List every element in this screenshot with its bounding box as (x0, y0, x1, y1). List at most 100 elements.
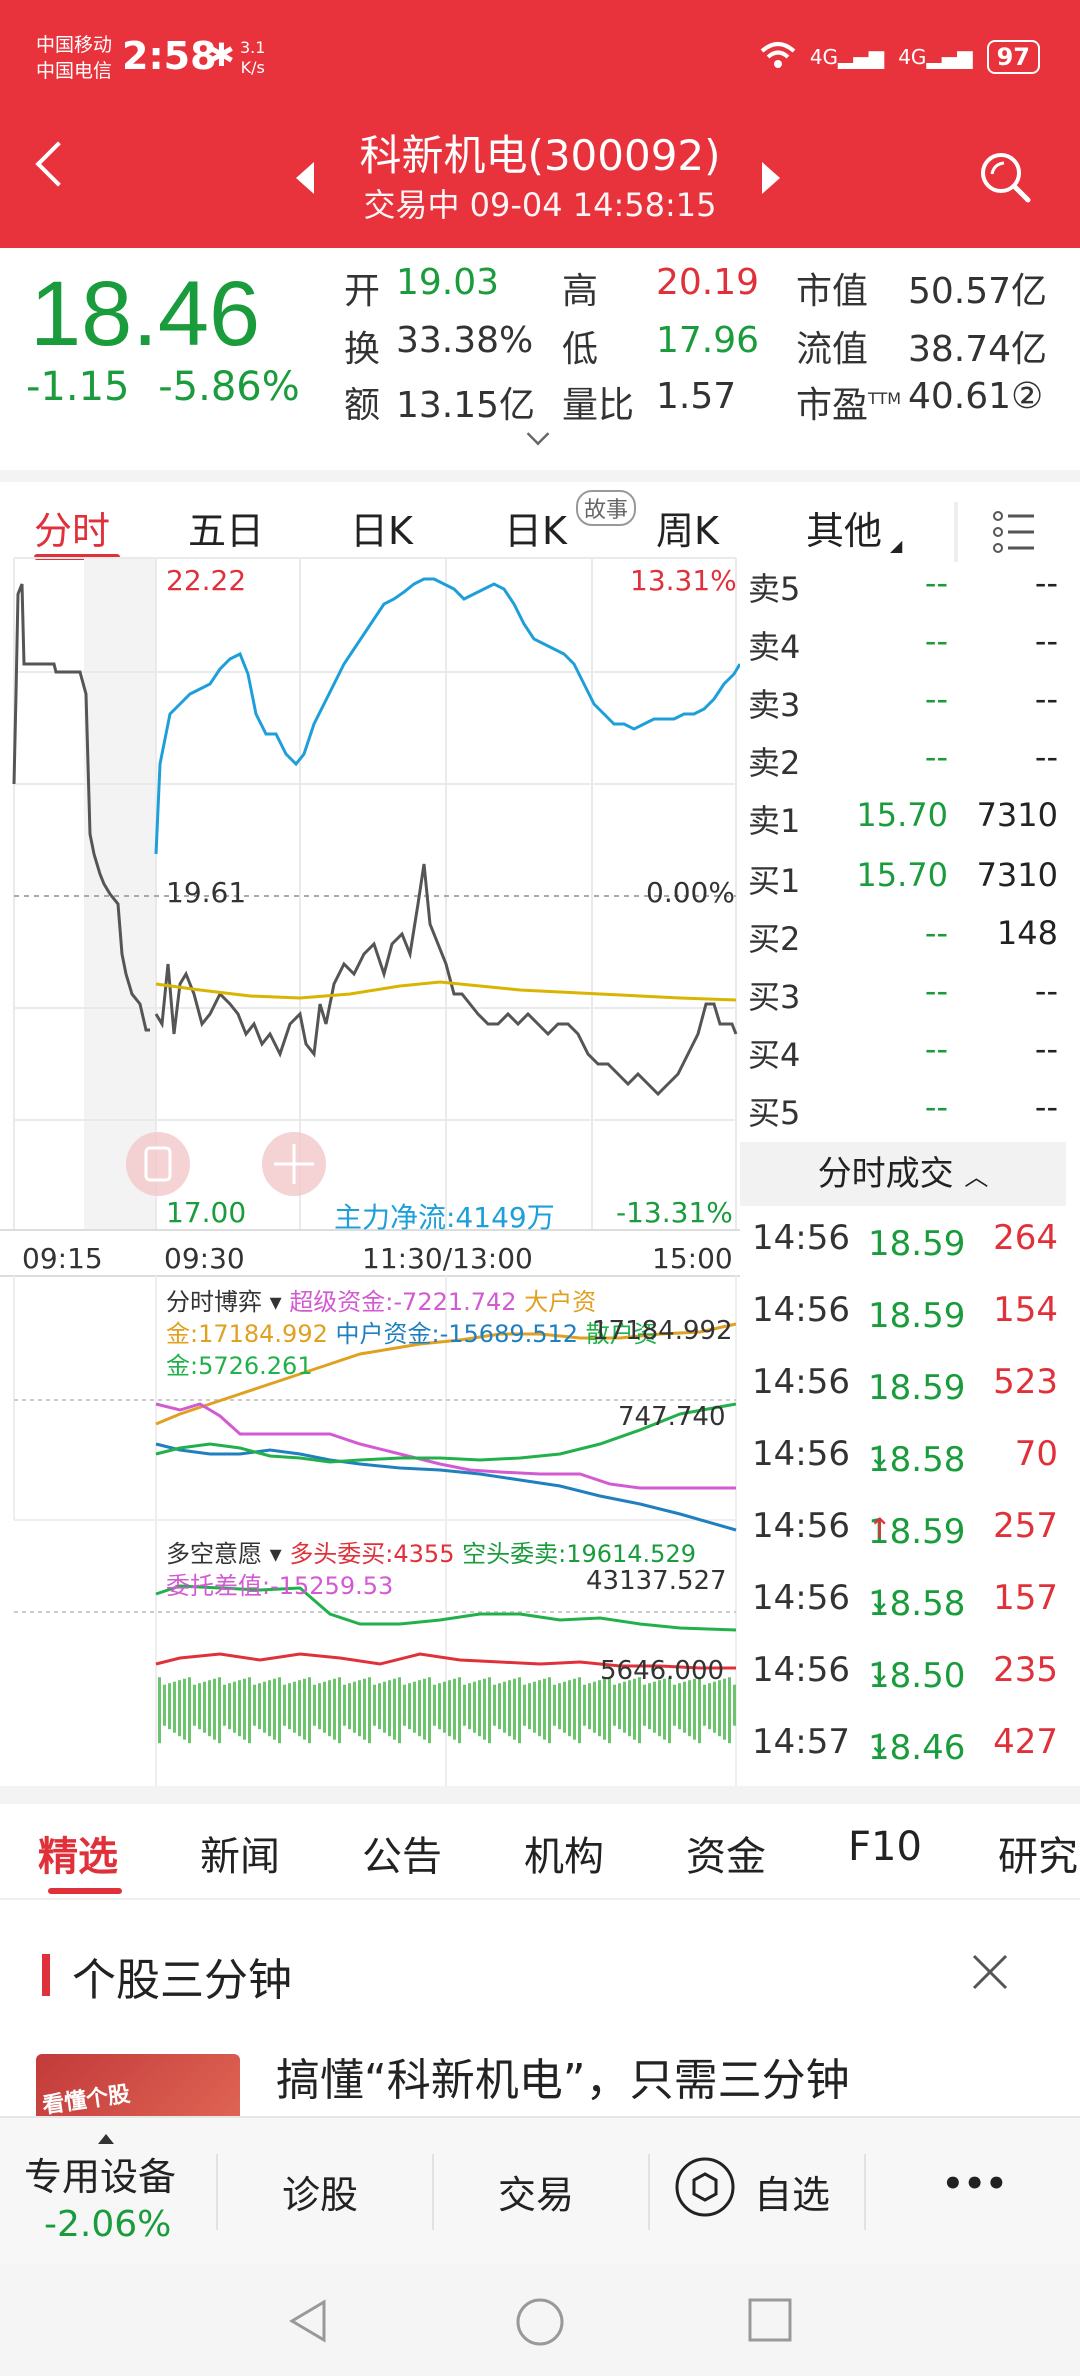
nav-recent-icon[interactable] (746, 2296, 794, 2344)
time-label-1500: 15:00 (652, 1242, 733, 1275)
sector-name[interactable]: 专用设备 (24, 2146, 176, 2201)
menu-list-icon[interactable] (954, 502, 1044, 562)
volume-bar (553, 1684, 556, 1726)
ob-volume: -- (1034, 564, 1058, 602)
news-tab-funds[interactable]: 资金 (686, 1824, 766, 1882)
volume-bar (208, 1680, 211, 1737)
volume-bar (713, 1681, 716, 1733)
trade-volume: 154 (993, 1290, 1058, 1330)
news-tab-institutions[interactable]: 机构 (524, 1824, 604, 1882)
volume-bar (423, 1678, 426, 1740)
ob-volume: -- (1034, 972, 1058, 1010)
price-change: -1.15 -5.86% (26, 364, 300, 410)
tab-other[interactable]: 其他 (806, 500, 882, 555)
panel2-dropdown-icon[interactable]: ▾ (262, 1288, 289, 1316)
volume-bar (378, 1683, 381, 1730)
panel3-dropdown-icon[interactable]: ▾ (262, 1540, 289, 1568)
volume-bar (733, 1684, 736, 1726)
ask-row[interactable]: 卖1 15.70 7310 (748, 788, 1058, 840)
nav-home-icon[interactable] (514, 2296, 566, 2348)
news-tab-f10[interactable]: F10 (848, 1824, 922, 1870)
tab-five-day[interactable]: 五日 (188, 500, 264, 555)
trades-header[interactable]: 分时成交 ︿ (740, 1142, 1066, 1206)
bid-row[interactable]: 买4 -- -- (748, 1022, 1058, 1074)
panel3-title[interactable]: 多空意愿 (166, 1540, 262, 1568)
trade-button[interactable]: 交易 (498, 2164, 574, 2219)
status-right: 4G▂▄▆ 4G▂▄▆ 97 (760, 40, 1040, 74)
article-title[interactable]: 搞懂“科新机电”，只需三分钟 (276, 2044, 850, 2108)
volume-bar (163, 1684, 166, 1726)
bid-row[interactable]: 买1 15.70 7310 (748, 848, 1058, 900)
bid-row[interactable]: 买3 -- -- (748, 964, 1058, 1016)
ob-level-name: 卖2 (748, 744, 801, 782)
ob-level-name: 卖4 (748, 628, 801, 666)
volume-bar (223, 1684, 226, 1726)
diagnose-button[interactable]: 诊股 (282, 2164, 358, 2219)
watchlist-icon[interactable] (674, 2156, 736, 2218)
ask-row[interactable]: 卖2 -- -- (748, 730, 1058, 782)
volume-bar (233, 1681, 236, 1733)
ask-row[interactable]: 卖4 -- -- (748, 614, 1058, 666)
news-tab-research[interactable]: 研究 (998, 1824, 1078, 1882)
volume-bar (373, 1684, 376, 1726)
high-label: 高 (562, 271, 599, 312)
close-icon[interactable] (970, 1952, 1010, 1992)
news-tab-announcements[interactable]: 公告 (362, 1824, 442, 1882)
ob-volume: 148 (996, 914, 1058, 952)
trade-direction-icon: ↓ (868, 1440, 892, 1473)
news-tab-featured[interactable]: 精选 (38, 1824, 118, 1882)
pe-label: 市盈TTM (796, 376, 901, 428)
back-arrow-icon[interactable] (35, 141, 81, 187)
volume-bar (543, 1678, 546, 1740)
move-icon[interactable] (262, 1132, 326, 1196)
ask-row[interactable]: 卖5 -- -- (748, 556, 1058, 608)
volume-bar (368, 1677, 371, 1744)
story-badge[interactable]: 故事 (576, 490, 637, 526)
volume-bar (623, 1681, 626, 1733)
volume-bar (218, 1677, 221, 1744)
volume-bar (178, 1680, 181, 1737)
tab-daily-k[interactable]: 日K (350, 500, 413, 555)
search-icon[interactable] (978, 150, 1032, 204)
volume-bar (263, 1681, 266, 1733)
trade-row: 14:56 18.59 ↑ 257 (748, 1500, 1058, 1560)
volume-bar (528, 1683, 531, 1730)
pe-ttm: TTM (868, 389, 902, 408)
trade-time: 14:57 (752, 1722, 850, 1762)
trade-time: 14:56 (752, 1362, 850, 1402)
volume-bar (183, 1678, 186, 1740)
wifi-icon (760, 41, 796, 74)
volume-bar (308, 1677, 311, 1744)
bid-row[interactable]: 买5 -- -- (748, 1080, 1058, 1132)
watchlist-button[interactable]: 自选 (754, 2164, 830, 2219)
trade-time: 14:56 (752, 1290, 850, 1330)
volume-bar (658, 1680, 661, 1737)
trade-direction-icon: ↓ (868, 1728, 892, 1761)
panel2-mid-funds: 中户资金:-15689.512 (335, 1320, 579, 1348)
volume-bar (678, 1683, 681, 1730)
ob-price: -- (924, 738, 948, 776)
trade-direction-icon: ↓ (868, 1584, 892, 1617)
volume-bar (578, 1677, 581, 1744)
volume-bar (418, 1680, 421, 1737)
ob-level-name: 卖1 (748, 802, 801, 840)
rotate-screen-icon[interactable] (126, 1132, 190, 1196)
carrier-labels: 中国移动 中国电信 (36, 32, 112, 84)
tab-intraday[interactable]: 分时 (34, 500, 110, 555)
more-button[interactable]: ••• (942, 2164, 1007, 2204)
ob-level-name: 买5 (748, 1094, 801, 1132)
trade-price-value: 18.59 (868, 1296, 966, 1336)
tab-daily-k-story[interactable]: 日K (504, 500, 567, 555)
volume-bar (728, 1677, 731, 1744)
premarket-shade (84, 558, 156, 1230)
panel2-title[interactable]: 分时博弈 (166, 1288, 262, 1316)
nav-back-icon[interactable] (284, 2296, 334, 2346)
ask-row[interactable]: 卖3 -- -- (748, 672, 1058, 724)
next-stock-icon[interactable] (762, 162, 780, 194)
news-tab-news[interactable]: 新闻 (200, 1824, 280, 1882)
volume-bar (393, 1678, 396, 1740)
tab-weekly-k[interactable]: 周K (656, 500, 719, 555)
bid-row[interactable]: 买2 -- 148 (748, 906, 1058, 958)
prev-stock-icon[interactable] (296, 162, 314, 194)
volume-bar (303, 1678, 306, 1740)
